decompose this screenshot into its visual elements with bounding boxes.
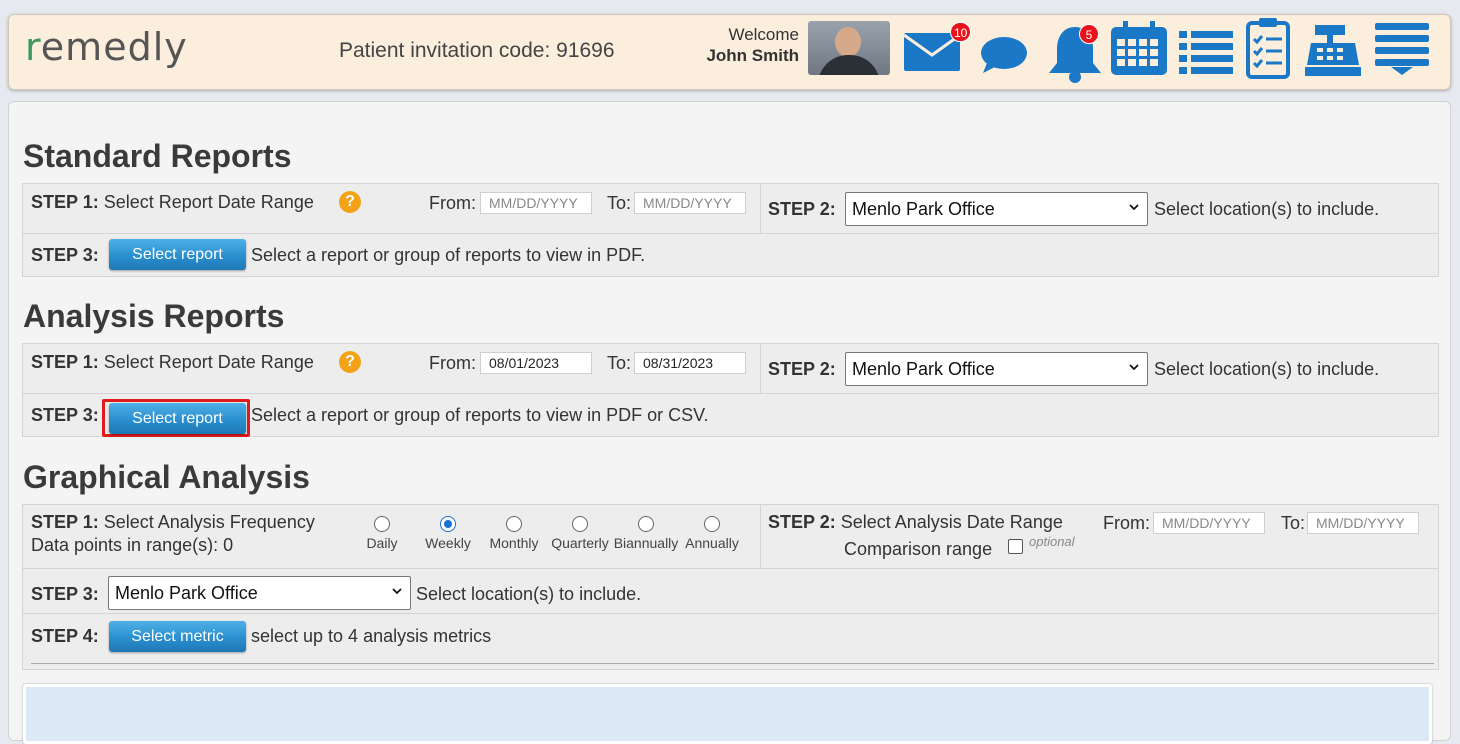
step4-label: STEP 4: — [31, 626, 99, 646]
calendar-icon[interactable] — [1109, 19, 1169, 82]
to-label: To: — [1281, 513, 1306, 533]
step1-text: Select Report Date Range — [103, 352, 314, 372]
step2-text: Select Analysis Date Range — [840, 512, 1063, 532]
to-label: To: — [607, 353, 632, 373]
avatar[interactable] — [808, 21, 890, 75]
chevron-down-icon — [1129, 204, 1139, 211]
from-label: From: — [429, 193, 476, 213]
clipboard-checklist-icon[interactable] — [1244, 17, 1292, 84]
menu-dropdown-icon[interactable] — [1373, 21, 1431, 82]
frequency-label: Daily — [366, 535, 398, 551]
step1-text: Select Report Date Range — [103, 192, 314, 212]
analysis-select-report-button[interactable]: Select report — [109, 403, 246, 434]
chevron-down-icon — [1129, 364, 1139, 371]
from-label: From: — [1103, 513, 1150, 533]
data-points-text: Data points in range(s): 0 — [31, 535, 234, 555]
reports-panel: Standard Reports STEP 1: Select Report D… — [8, 101, 1451, 744]
frequency-option-daily[interactable]: Daily — [347, 516, 417, 551]
frequency-option-monthly[interactable]: Monthly — [479, 516, 549, 551]
frequency-radio[interactable] — [506, 516, 522, 532]
step4-text: select up to 4 analysis metrics — [251, 626, 492, 646]
frequency-label: Annually — [685, 535, 739, 551]
optional-hint: optional — [1029, 534, 1075, 549]
top-header: remedly Patient invitation code: 91696 W… — [8, 14, 1451, 90]
step3-label: STEP 3: — [31, 245, 99, 265]
location-value: Menlo Park Office — [852, 359, 995, 379]
frequency-radio[interactable] — [704, 516, 720, 532]
analysis-reports-title: Analysis Reports — [23, 298, 285, 334]
frequency-label: Biannually — [613, 535, 679, 551]
chevron-down-icon — [392, 588, 402, 595]
step2-label: STEP 2: — [768, 199, 836, 219]
standard-reports-box: STEP 1: Select Report Date Range ? From:… — [22, 183, 1439, 277]
frequency-option-weekly[interactable]: Weekly — [413, 516, 483, 551]
step3-text: Select a report or group of reports to v… — [251, 245, 646, 265]
graphical-location-select[interactable]: Menlo Park Office — [108, 576, 411, 610]
step2-label: STEP 2: — [768, 512, 836, 532]
patient-invitation-code: Patient invitation code: 91696 — [339, 39, 615, 62]
standard-location-select[interactable]: Menlo Park Office — [845, 192, 1148, 226]
help-icon[interactable]: ? — [339, 351, 361, 373]
frequency-label: Quarterly — [551, 535, 609, 551]
analysis-to-date-input[interactable] — [634, 352, 746, 374]
help-icon[interactable]: ? — [339, 191, 361, 213]
mail-badge: 10 — [950, 22, 972, 42]
select-metric-button[interactable]: Select metric — [109, 621, 246, 652]
welcome-text: Welcome — [728, 25, 799, 44]
from-label: From: — [429, 353, 476, 373]
step2-text: Select location(s) to include. — [1154, 199, 1380, 219]
frequency-option-annually[interactable]: Annually — [677, 516, 747, 551]
cash-register-icon[interactable] — [1303, 23, 1363, 82]
graphical-to-date-input[interactable] — [1307, 512, 1419, 534]
frequency-radio[interactable] — [440, 516, 456, 532]
frequency-option-biannually[interactable]: Biannually — [611, 516, 681, 551]
remedly-logo[interactable]: remedly — [25, 25, 188, 69]
location-value: Menlo Park Office — [852, 199, 995, 219]
frequency-radio[interactable] — [374, 516, 390, 532]
chat-bubble-icon[interactable] — [979, 35, 1029, 80]
chart-area-card — [23, 684, 1432, 744]
standard-select-report-button[interactable]: Select report — [109, 239, 246, 270]
step2-text: Select location(s) to include. — [1154, 359, 1380, 379]
comparison-range-checkbox[interactable] — [1008, 539, 1023, 554]
analysis-from-date-input[interactable] — [480, 352, 592, 374]
location-value: Menlo Park Office — [115, 583, 258, 603]
divider — [31, 663, 1434, 664]
standard-from-date-input[interactable] — [480, 192, 592, 214]
graphical-analysis-box: STEP 1: Select Analysis Frequency Data p… — [22, 504, 1439, 670]
step3-label: STEP 3: — [31, 584, 99, 604]
frequency-label: Monthly — [489, 535, 539, 551]
list-icon[interactable] — [1179, 29, 1235, 80]
step1-text: Select Analysis Frequency — [103, 512, 315, 532]
frequency-option-quarterly[interactable]: Quarterly — [545, 516, 615, 551]
frequency-label: Weekly — [425, 535, 471, 551]
graphical-from-date-input[interactable] — [1153, 512, 1265, 534]
step3-text: Select a report or group of reports to v… — [251, 405, 709, 425]
standard-reports-title: Standard Reports — [23, 138, 292, 174]
frequency-radio[interactable] — [638, 516, 654, 532]
frequency-radio[interactable] — [572, 516, 588, 532]
step2-label: STEP 2: — [768, 359, 836, 379]
step3-label: STEP 3: — [31, 405, 99, 425]
step1-label: STEP 1: — [31, 352, 99, 372]
analysis-location-select[interactable]: Menlo Park Office — [845, 352, 1148, 386]
user-name[interactable]: John Smith — [706, 45, 799, 66]
graphical-analysis-title: Graphical Analysis — [23, 459, 310, 495]
standard-to-date-input[interactable] — [634, 192, 746, 214]
to-label: To: — [607, 193, 632, 213]
comparison-range-label: Comparison range — [844, 539, 993, 559]
bell-badge: 5 — [1079, 24, 1099, 44]
step3-text: Select location(s) to include. — [416, 584, 642, 604]
analysis-reports-box: STEP 1: Select Report Date Range ? From:… — [22, 343, 1439, 437]
step1-label: STEP 1: — [31, 192, 99, 212]
step1-label: STEP 1: — [31, 512, 99, 532]
welcome-block: Welcome John Smith — [706, 24, 799, 66]
